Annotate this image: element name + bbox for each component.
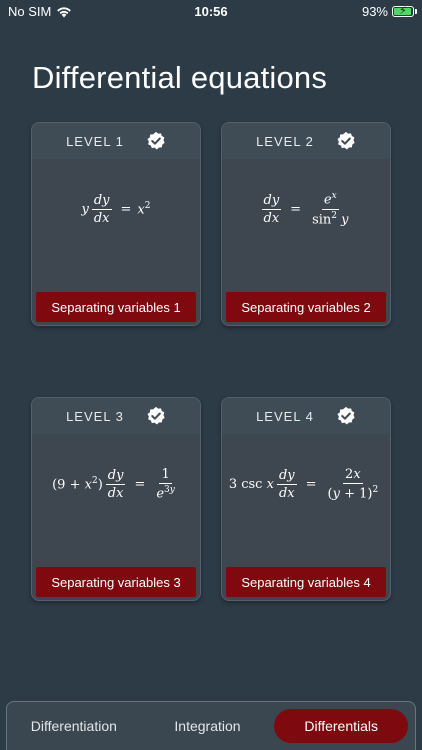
level-card-header: LEVEL 3 xyxy=(32,398,200,434)
tab-differentiation[interactable]: Differentiation xyxy=(7,709,141,743)
battery-percent: 93% xyxy=(361,4,388,19)
clock: 10:56 xyxy=(194,4,228,19)
charging-bolt-icon: ⚡ xyxy=(399,5,407,17)
completed-check-icon xyxy=(337,406,355,425)
equation: (9 + x2) dy dx = 1 e3y xyxy=(52,466,175,502)
completed-check-icon xyxy=(337,131,355,150)
status-right: 93% ⚡ xyxy=(361,4,417,19)
level-label: LEVEL 3 xyxy=(66,408,124,424)
level-topic: Separating variables 3 xyxy=(36,567,196,597)
level-card-3[interactable]: LEVEL 3 (9 + x2) dy dx = 1 e3y Separating … xyxy=(31,397,201,601)
level-card-header: LEVEL 4 xyxy=(222,398,390,434)
bottom-tab-bar: Differentiation Integration Differential… xyxy=(6,701,416,750)
battery-icon: ⚡ xyxy=(392,5,417,17)
level-label: LEVEL 2 xyxy=(256,133,314,149)
level-topic: Separating variables 1 xyxy=(36,292,196,322)
tab-differentials[interactable]: Differentials xyxy=(274,709,409,743)
level-label: LEVEL 4 xyxy=(256,408,314,424)
status-bar: No SIM 10:56 93% ⚡ xyxy=(0,0,422,24)
level-card-4[interactable]: LEVEL 4 3 csc x dy dx = 2x (y + 1)2 Separa… xyxy=(221,397,391,601)
level-card-2[interactable]: LEVEL 2 dy dx = ex sin2 y Separating varia… xyxy=(221,122,391,326)
completed-check-icon xyxy=(147,406,165,425)
level-card-1[interactable]: LEVEL 1 y dy dx = x2 Separating variables… xyxy=(31,122,201,326)
equation: y dy dx = x2 xyxy=(81,192,151,226)
level-topic: Separating variables 2 xyxy=(226,292,386,322)
completed-check-icon xyxy=(147,131,165,150)
level-card-header: LEVEL 2 xyxy=(222,123,390,159)
level-card-header: LEVEL 1 xyxy=(32,123,200,159)
tab-integration[interactable]: Integration xyxy=(141,709,275,743)
page-title: Differential equations xyxy=(32,60,328,95)
equation: 3 csc x dy dx = 2x (y + 1)2 xyxy=(228,466,379,502)
equation: dy dx = ex sin2 y xyxy=(261,191,349,227)
level-topic: Separating variables 4 xyxy=(226,567,386,597)
level-label: LEVEL 1 xyxy=(66,133,124,149)
